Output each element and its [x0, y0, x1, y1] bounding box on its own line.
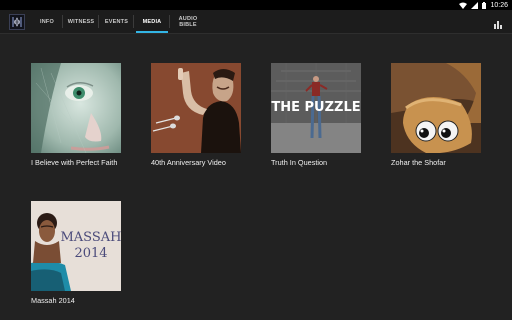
thumbnail-overlay-text: THE PUZZLE	[271, 100, 360, 115]
media-tile-massah-2014[interactable]: MASSAH 2014 Massah 2014	[31, 201, 121, 306]
media-thumbnail[interactable]	[391, 63, 481, 153]
tab-events[interactable]: EVENTS	[99, 10, 134, 33]
tab-label: MEDIA	[142, 18, 162, 25]
tab-label: EVENTS	[104, 18, 129, 25]
media-thumbnail[interactable]: THE PUZZLE	[271, 63, 361, 153]
status-bar: 10:26	[0, 0, 512, 10]
media-thumbnail[interactable]	[31, 63, 121, 153]
tab-media[interactable]: MEDIA	[134, 10, 170, 33]
media-title: 40th Anniversary Video	[151, 158, 226, 167]
battery-icon	[482, 1, 487, 9]
signal-icon	[471, 1, 479, 9]
media-thumbnail[interactable]: MASSAH 2014	[31, 201, 121, 291]
media-tile-40th-anniversary[interactable]: 40th Anniversary Video	[151, 63, 241, 168]
media-title: Massah 2014	[31, 296, 75, 305]
tab-info[interactable]: INFO	[31, 10, 63, 33]
bar-chart-icon[interactable]	[493, 16, 503, 29]
media-tile-truth-in-question[interactable]: THE PUZZLE Truth In Question	[271, 63, 361, 168]
action-bar: INFO WITNESS EVENTS MEDIA AUDIO BIBLE	[0, 10, 512, 34]
tab-bar: INFO WITNESS EVENTS MEDIA AUDIO BIBLE	[31, 10, 206, 33]
media-thumbnail[interactable]	[151, 63, 241, 153]
media-title: Zohar the Shofar	[391, 158, 446, 167]
tab-label: WITNESS	[67, 18, 95, 25]
status-time: 10:26	[490, 1, 508, 9]
app-logo-icon[interactable]	[9, 14, 25, 30]
media-title: I Believe with Perfect Faith	[31, 158, 118, 167]
thumbnail-overlay-year: 2014	[74, 246, 107, 261]
thumbnail-overlay-text: MASSAH	[60, 230, 121, 245]
tab-audio-bible[interactable]: AUDIO BIBLE	[170, 10, 206, 33]
wifi-icon	[459, 2, 468, 9]
media-tile-i-believe[interactable]: I Believe with Perfect Faith	[31, 63, 121, 168]
tab-label: AUDIO BIBLE	[178, 15, 198, 28]
tab-witness[interactable]: WITNESS	[63, 10, 99, 33]
tab-label: INFO	[40, 18, 54, 25]
media-tile-zohar-the-shofar[interactable]: Zohar the Shofar	[391, 63, 481, 168]
media-title: Truth In Question	[271, 158, 328, 167]
